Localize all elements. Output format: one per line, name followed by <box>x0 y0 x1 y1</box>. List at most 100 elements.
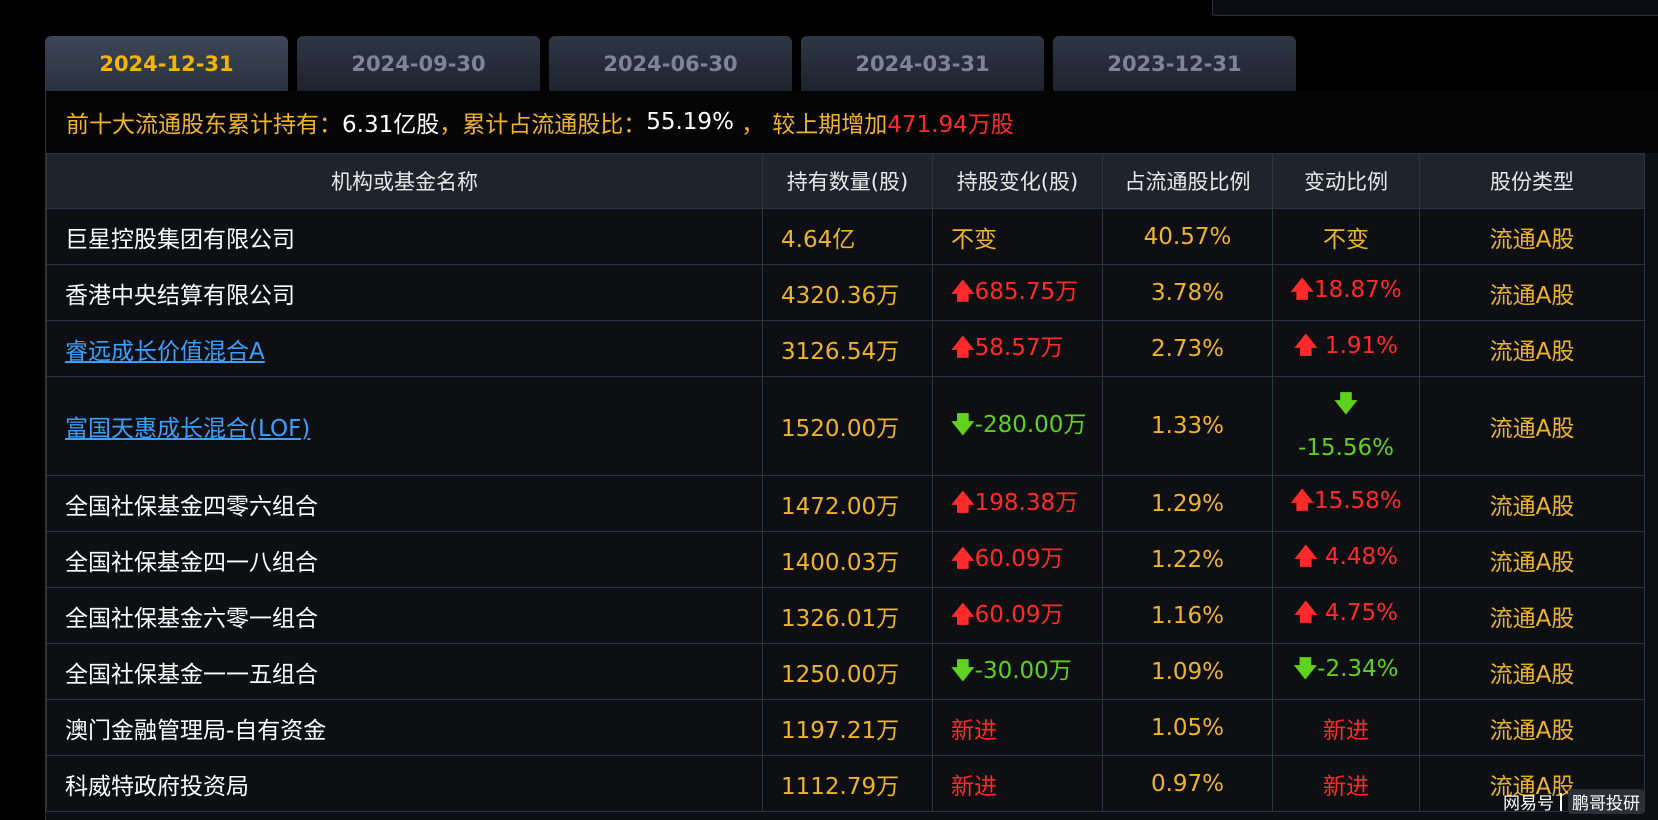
ratio-cell: 1.09% <box>1102 643 1273 700</box>
change-pct-cell: 🡅 4.75% <box>1272 587 1420 644</box>
table-row: 富国天惠成长混合(LOF) 1520.00万 🡇-280.00万 1.33% 🡇 -15… <box>46 376 1645 476</box>
shareholder-name-cell[interactable]: 睿远成长价值混合A <box>46 320 763 377</box>
quantity-cell: 1197.21万 <box>762 699 933 756</box>
arrow-up-icon: 🡅 <box>1290 488 1314 514</box>
ratio-cell: 0.97% <box>1102 755 1273 812</box>
change-value: 不变 <box>951 226 997 253</box>
share-type-cell: 流通A股 <box>1419 475 1645 532</box>
quantity-value: 1250.00万 <box>781 661 900 688</box>
header-ratio: 占流通股比例 <box>1102 153 1273 209</box>
share-type-cell: 流通A股 <box>1419 643 1645 700</box>
summary-separator: ， <box>733 112 765 138</box>
arrow-up-icon: 🡅 <box>951 278 975 305</box>
top-search-bar[interactable] <box>1212 0 1658 16</box>
table-row: 全国社保基金四一八组合 1400.03万 🡅60.09万 1.22% 🡅 4.48% 流通… <box>46 531 1645 588</box>
ratio-value: 3.78% <box>1150 279 1225 306</box>
summary-label-change: 较上期增加 <box>772 112 888 138</box>
watermark-left: 网易号 <box>1503 794 1554 814</box>
arrow-down-icon: 🡇 <box>951 412 975 438</box>
change-value: 198.38万 <box>974 489 1079 516</box>
share-type-value: 流通A股 <box>1489 282 1575 309</box>
table-row: 巨星控股集团有限公司 4.64亿 不变 40.57% 不变 流通A股 <box>46 208 1645 265</box>
change-pct-cell: 🡅15.58% <box>1272 475 1420 532</box>
change-value: 新进 <box>951 773 997 800</box>
quantity-cell: 1250.00万 <box>762 643 933 700</box>
summary-label-total: 前十大流通股东累计持有： <box>66 112 342 138</box>
share-type-cell: 流通A股 <box>1419 264 1645 321</box>
arrow-up-icon: 🡅 <box>1290 277 1314 303</box>
shareholder-name: 全国社保基金一一五组合 <box>65 661 318 688</box>
tab-2024-06-30[interactable]: 2024-06-30 <box>549 36 792 91</box>
change-value: 新进 <box>951 717 997 744</box>
shareholder-name-cell: 澳门金融管理局-自有资金 <box>46 699 763 756</box>
table-row: 全国社保基金六零一组合 1326.01万 🡅60.09万 1.16% 🡅 4.75% 流通… <box>46 587 1645 644</box>
tab-2024-03-31[interactable]: 2024-03-31 <box>801 36 1044 91</box>
share-type-cell: 流通A股 <box>1419 531 1645 588</box>
shareholder-name: 巨星控股集团有限公司 <box>65 226 295 253</box>
ratio-cell: 40.57% <box>1102 208 1273 265</box>
ratio-cell: 1.05% <box>1102 699 1273 756</box>
shareholder-name: 全国社保基金六零一组合 <box>65 605 318 632</box>
date-tabs: 2024-12-31 2024-09-30 2024-06-30 2024-03… <box>45 36 1296 91</box>
share-type-cell: 流通A股 <box>1419 208 1645 265</box>
change-value: 685.75万 <box>974 278 1079 305</box>
quantity-cell: 3126.54万 <box>762 320 933 377</box>
header-change-pct: 变动比例 <box>1272 153 1420 209</box>
ratio-value: 2.73% <box>1150 335 1225 362</box>
table-row: 澳门金融管理局-自有资金 1197.21万 新进 1.05% 新进 流通A股 <box>46 699 1645 756</box>
summary-value-ratio: 55.19% <box>646 109 734 135</box>
header-share-type: 股份类型 <box>1419 153 1645 209</box>
change-pct-cell: 🡇 -15.56% <box>1272 376 1420 476</box>
change-cell: 新进 <box>932 755 1103 812</box>
change-cell: 新进 <box>932 699 1103 756</box>
change-pct-cell: 🡇-2.34% <box>1272 643 1420 700</box>
change-pct-value: 不变 <box>1323 226 1369 253</box>
change-cell: 不变 <box>932 208 1103 265</box>
arrow-down-icon: 🡇 <box>1334 391 1358 417</box>
change-cell: 🡅60.09万 <box>932 531 1103 588</box>
table-header-row: 机构或基金名称 持有数量(股) 持股变化(股) 占流通股比例 变动比例 股份类型 <box>46 153 1645 209</box>
change-pct-value: -2.34% <box>1317 656 1399 682</box>
ratio-value: 1.09% <box>1150 658 1225 685</box>
quantity-cell: 1472.00万 <box>762 475 933 532</box>
ratio-cell: 2.73% <box>1102 320 1273 377</box>
table-body: 巨星控股集团有限公司 4.64亿 不变 40.57% 不变 流通A股 香港中央结算有限公司 4… <box>46 208 1645 812</box>
change-pct-value: 新进 <box>1323 717 1369 744</box>
share-type-value: 流通A股 <box>1489 661 1575 688</box>
ratio-cell: 3.78% <box>1102 264 1273 321</box>
tab-2024-09-30[interactable]: 2024-09-30 <box>297 36 540 91</box>
quantity-value: 3126.54万 <box>781 338 900 365</box>
header-name: 机构或基金名称 <box>46 153 763 209</box>
change-cell: 🡅198.38万 <box>932 475 1103 532</box>
share-type-value: 流通A股 <box>1489 717 1575 744</box>
table-row: 香港中央结算有限公司 4320.36万 🡅685.75万 3.78% 🡅18.87% 流通… <box>46 264 1645 321</box>
tab-2023-12-31[interactable]: 2023-12-31 <box>1053 36 1296 91</box>
change-pct-cell: 🡅 4.48% <box>1272 531 1420 588</box>
change-cell: 🡅60.09万 <box>932 587 1103 644</box>
quantity-cell: 4320.36万 <box>762 264 933 321</box>
shareholder-name-cell[interactable]: 富国天惠成长混合(LOF) <box>46 376 763 476</box>
table-row: 睿远成长价值混合A 3126.54万 🡅58.57万 2.73% 🡅 1.91% 流通A股 <box>46 320 1645 377</box>
share-type-cell: 流通A股 <box>1419 320 1645 377</box>
share-type-cell: 流通A股 <box>1419 699 1645 756</box>
change-pct-value: 15.58% <box>1313 488 1402 514</box>
shareholder-name: 澳门金融管理局-自有资金 <box>65 717 327 744</box>
watermark-divider <box>1560 792 1562 811</box>
shareholder-name: 香港中央结算有限公司 <box>65 282 295 309</box>
tab-2024-12-31[interactable]: 2024-12-31 <box>45 36 288 91</box>
ratio-value: 1.29% <box>1150 490 1225 517</box>
arrow-up-icon: 🡅 <box>1293 544 1318 570</box>
ratio-value: 1.05% <box>1150 714 1225 741</box>
quantity-cell: 4.64亿 <box>762 208 933 265</box>
ratio-value: 1.33% <box>1150 413 1225 439</box>
shareholder-name: 全国社保基金四一八组合 <box>65 549 318 576</box>
fund-link[interactable]: 富国天惠成长混合(LOF) <box>65 416 310 442</box>
ratio-value: 1.16% <box>1150 602 1225 629</box>
quantity-value: 4320.36万 <box>781 282 900 309</box>
table-row: 全国社保基金一一五组合 1250.00万 🡇-30.00万 1.09% 🡇-2.34% 流… <box>46 643 1645 700</box>
share-type-cell: 流通A股 <box>1419 376 1645 476</box>
quantity-cell: 1520.00万 <box>762 376 933 476</box>
fund-link[interactable]: 睿远成长价值混合A <box>65 339 265 365</box>
shareholder-name-cell: 全国社保基金四零六组合 <box>46 475 763 532</box>
change-value: 58.57万 <box>974 334 1064 361</box>
